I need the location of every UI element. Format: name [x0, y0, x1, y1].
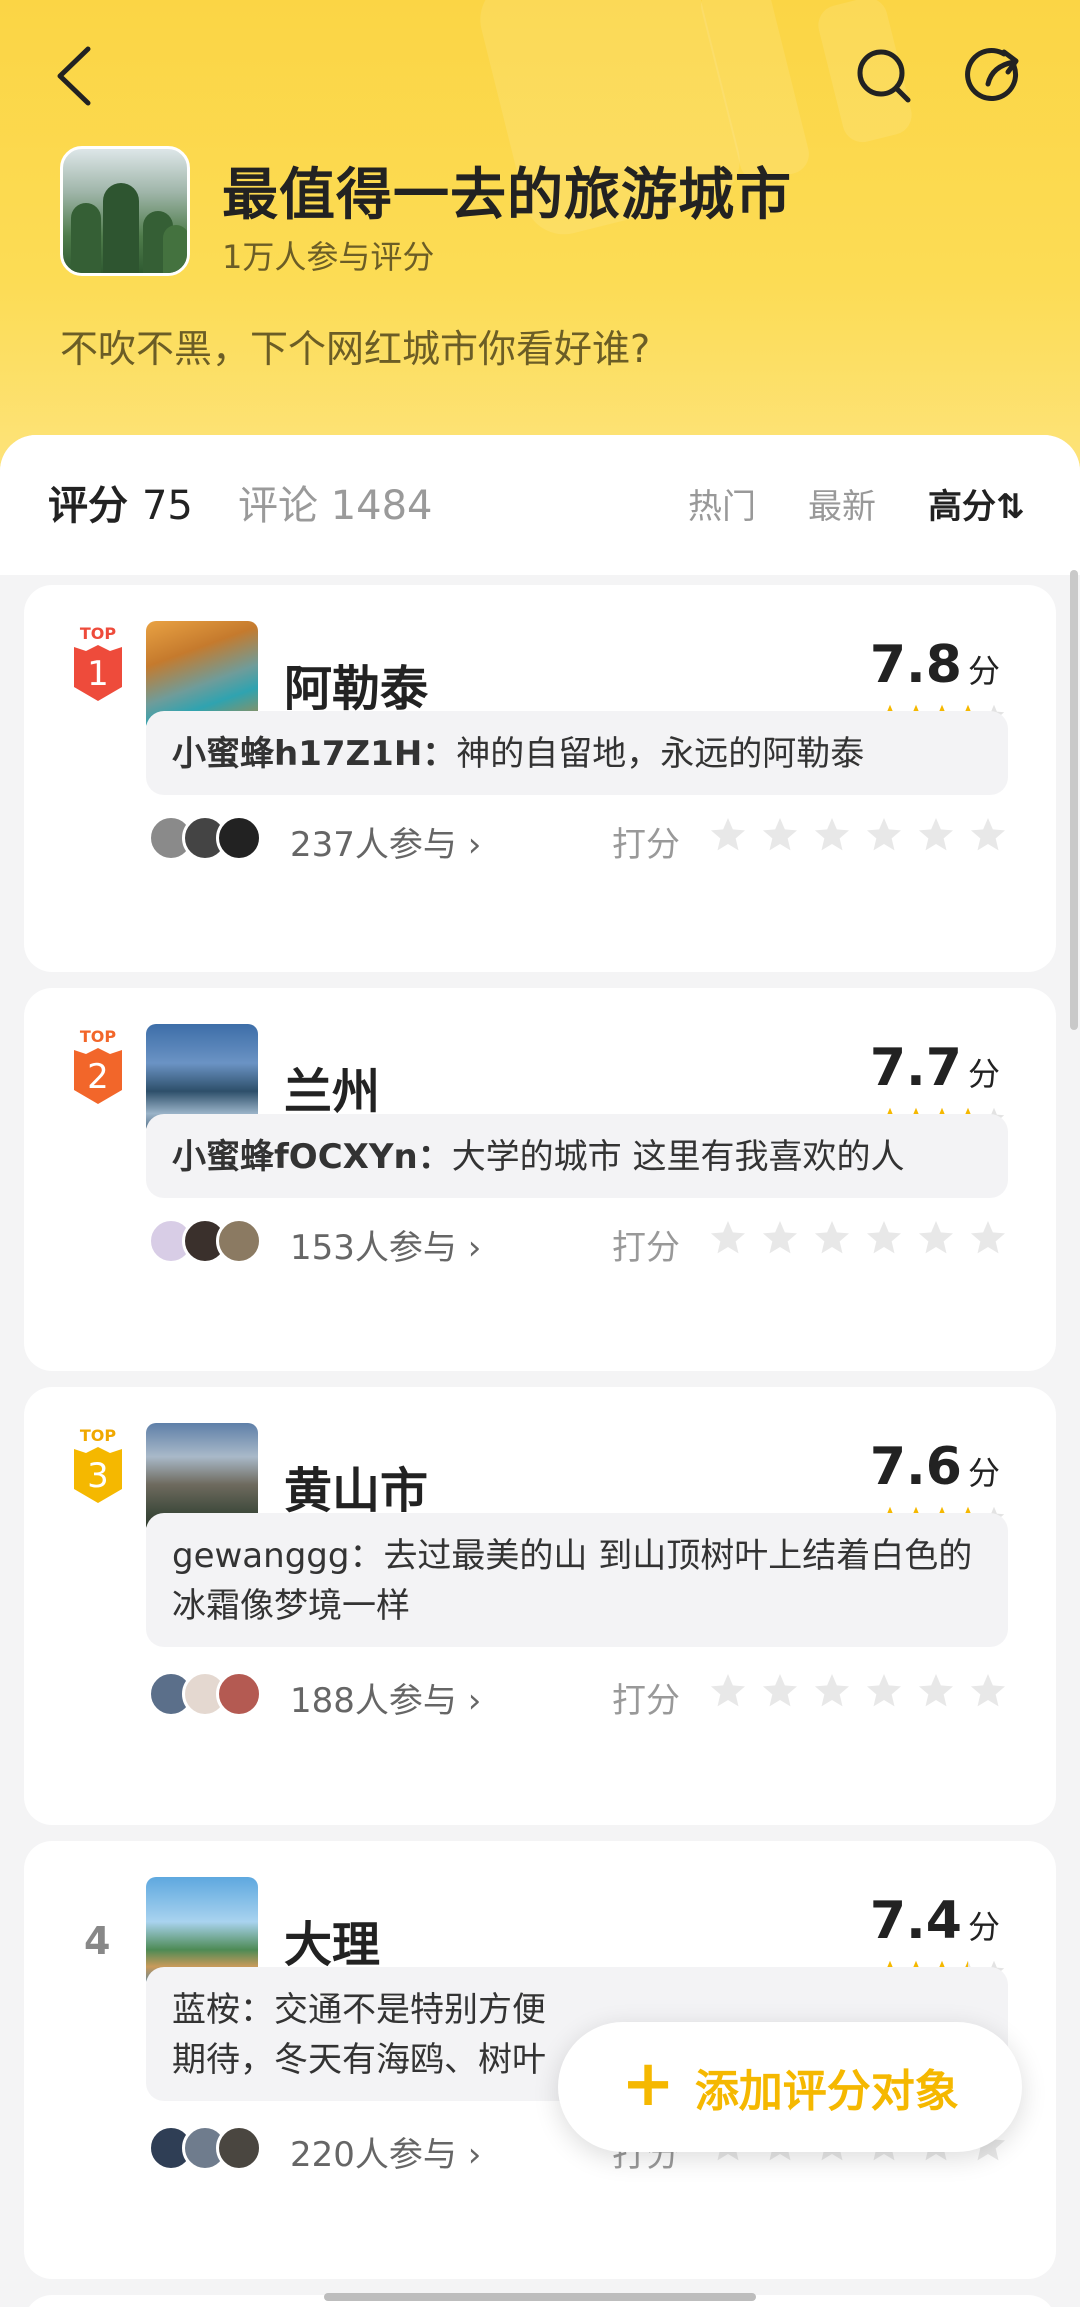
city-score: 7.8 分 — [869, 635, 1000, 695]
sort-hot[interactable]: 热门 — [688, 479, 756, 528]
svg-text:TOP: TOP — [80, 625, 117, 643]
rate-label: 打分 — [612, 825, 680, 865]
star-icon — [815, 818, 849, 851]
avatar — [216, 1671, 262, 1717]
star-icon — [763, 1674, 797, 1707]
comment-text: 神的自留地，永远的阿勒泰 — [456, 734, 865, 774]
tab-ratings-count: 75 — [141, 483, 193, 529]
rate-stars[interactable] — [708, 1218, 1008, 1258]
header: 最值得一去的旅游城市 1万人参与评分 不吹不黑，下个网红城市你看好谁? — [0, 0, 1080, 470]
participant-avatars — [148, 1671, 262, 1717]
city-score: 7.7 分 — [869, 1038, 1000, 1098]
top-rank-badge: TOP 3 — [74, 1427, 122, 1503]
comment-author: 小蜜蜂fOCXYn： — [172, 1137, 452, 1177]
svg-text:2: 2 — [87, 1057, 109, 1097]
participants-link[interactable]: 220人参与 › — [290, 2127, 481, 2176]
participants-link[interactable]: 188人参与 › — [290, 1673, 481, 1722]
avatar — [216, 1218, 262, 1264]
city-score: 7.4 分 — [869, 1891, 1000, 1951]
star-icon — [867, 1674, 901, 1707]
add-rating-object-label: 添加评分对象 — [694, 2066, 959, 2117]
participant-avatars — [148, 2125, 262, 2171]
plus-icon: + — [621, 2047, 675, 2121]
share-icon — [965, 48, 1019, 101]
top-comment[interactable]: 小蜜蜂fOCXYn：大学的城市 这里有我喜欢的人 — [146, 1114, 1008, 1198]
rank-card[interactable]: TOP 1 阿勒泰 7.8 分 小蜜蜂h17Z1H：神的自留地，永远的阿勒泰 23… — [24, 585, 1056, 972]
city-name: 黄山市 — [284, 1463, 429, 1519]
share-button[interactable] — [958, 38, 1034, 114]
svg-text:1: 1 — [87, 654, 109, 694]
rate-label: 打分 — [612, 1681, 680, 1721]
participant-avatars — [148, 1218, 262, 1264]
rate-stars[interactable] — [708, 1671, 1008, 1711]
comment-text: 大学的城市 这里有我喜欢的人 — [451, 1137, 905, 1177]
tab-ratings[interactable]: 评分 75 — [48, 473, 193, 531]
star-icon — [815, 1221, 849, 1254]
search-button[interactable] — [848, 40, 920, 112]
comment-author: gewanggg： — [172, 1536, 384, 1576]
city-name: 兰州 — [284, 1064, 381, 1120]
star-icon — [711, 1221, 745, 1254]
star-icon — [919, 1221, 953, 1254]
city-name: 阿勒泰 — [284, 661, 429, 717]
avatar — [216, 815, 262, 861]
city-name: 大理 — [284, 1917, 381, 1973]
topic-description: 不吹不黑，下个网红城市你看好谁? — [60, 327, 651, 371]
rate-stars[interactable] — [708, 815, 1008, 855]
top-rank-badge: TOP 2 — [74, 1028, 122, 1104]
participant-count: 1万人参与评分 — [222, 238, 435, 276]
rank-number: 4 — [84, 1919, 111, 1963]
star-icon — [763, 818, 797, 851]
page-title: 最值得一去的旅游城市 — [222, 163, 792, 228]
comment-author: 蓝桉： — [172, 1990, 274, 2030]
rank-card[interactable]: TOP 3 黄山市 7.6 分 gewanggg：去过最美的山 到山顶树叶上结着白… — [24, 1387, 1056, 1825]
tab-ratings-label: 评分 — [48, 483, 128, 529]
home-indicator[interactable] — [324, 2293, 756, 2301]
top-rank-badge: TOP 1 — [74, 625, 122, 701]
sort-high-score[interactable]: 高分⇅ — [928, 479, 1025, 528]
rate-label: 打分 — [612, 1228, 680, 1268]
add-rating-object-button[interactable]: + 添加评分对象 — [558, 2022, 1022, 2152]
star-icon — [971, 1221, 1005, 1254]
star-icon — [971, 818, 1005, 851]
rank-card[interactable]: TOP 2 兰州 7.7 分 小蜜蜂fOCXYn：大学的城市 这里有我喜欢的人 1… — [24, 988, 1056, 1371]
star-icon — [867, 1221, 901, 1254]
sort-new[interactable]: 最新 — [808, 479, 876, 528]
back-arrow-icon — [57, 46, 91, 106]
search-icon — [857, 49, 911, 103]
svg-text:TOP: TOP — [80, 1028, 117, 1046]
comment-text-line: 期待，冬天有海鸥、树叶 — [172, 2040, 546, 2080]
top-comment[interactable]: gewanggg：去过最美的山 到山顶树叶上结着白色的冰霜像梦境一样 — [146, 1513, 1008, 1647]
participant-avatars — [148, 815, 262, 861]
tab-bar: 评分 75 评论 1484 热门 最新 高分⇅ — [0, 435, 1080, 575]
svg-text:TOP: TOP — [80, 1427, 117, 1445]
star-icon — [711, 1674, 745, 1707]
comment-author: 小蜜蜂h17Z1H： — [172, 734, 457, 774]
star-icon — [867, 818, 901, 851]
star-icon — [919, 818, 953, 851]
svg-text:3: 3 — [87, 1456, 109, 1496]
avatar — [216, 2125, 262, 2171]
star-icon — [763, 1221, 797, 1254]
star-icon — [919, 1674, 953, 1707]
star-icon — [815, 1674, 849, 1707]
topic-cover-image — [60, 146, 190, 276]
comment-text-line: 交通不是特别方便 — [274, 1990, 546, 2030]
back-button[interactable] — [40, 36, 108, 116]
star-icon — [711, 818, 745, 851]
top-comment[interactable]: 小蜜蜂h17Z1H：神的自留地，永远的阿勒泰 — [146, 711, 1008, 795]
city-score: 7.6 分 — [869, 1437, 1000, 1497]
scrollbar[interactable] — [1070, 570, 1078, 1030]
tab-comments[interactable]: 评论 1484 — [238, 473, 433, 531]
participants-link[interactable]: 153人参与 › — [290, 1220, 481, 1269]
star-icon — [971, 1674, 1005, 1707]
participants-link[interactable]: 237人参与 › — [290, 817, 481, 866]
